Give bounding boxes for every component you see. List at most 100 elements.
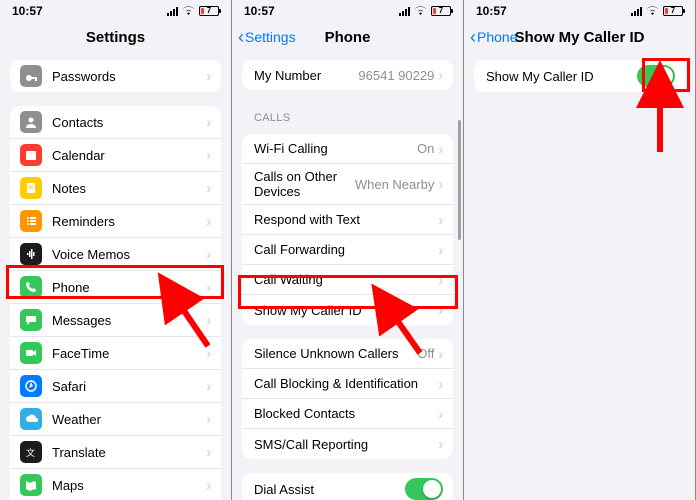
row-label: Voice Memos [52,247,206,262]
chevron-right-icon: › [206,411,211,427]
row-dialassist[interactable]: Dial Assist [242,473,453,500]
row-facetime[interactable]: FaceTime› [10,337,221,370]
row-label: Translate [52,445,206,460]
compass-icon [20,375,42,397]
phone-icon [20,276,42,298]
battery-icon: 7 [663,6,683,16]
chevron-right-icon: › [206,312,211,328]
signal-icon [631,7,642,16]
row-messages[interactable]: Messages› [10,304,221,337]
chevron-right-icon: › [206,477,211,493]
chevron-right-icon: › [438,242,443,258]
row-label: Silence Unknown Callers [254,346,417,361]
row-label: Safari [52,379,206,394]
chevron-left-icon: ‹ [238,28,244,46]
status-bar: 10:57 7 [464,0,695,20]
screen-settings: 10:57 7 Settings Passwords› Contacts›Cal… [0,0,232,500]
map-icon [20,474,42,496]
chevron-right-icon: › [206,213,211,229]
svg-text:文: 文 [26,447,35,458]
row-callerid[interactable]: Show My Caller ID› [242,295,453,325]
page-title: Phone [325,29,371,46]
row-passwords[interactable]: Passwords› [10,60,221,92]
row-label: Passwords [52,69,206,84]
cloud-icon [20,408,42,430]
wifi-icon [182,6,195,16]
row-value: On [417,141,434,156]
chevron-right-icon: › [438,272,443,288]
dialassist-group: Dial Assist [242,473,453,500]
chevron-right-icon: › [206,180,211,196]
callerid-toggle[interactable] [637,65,675,87]
row-label: Notes [52,181,206,196]
row-label: Reminders [52,214,206,229]
chevron-right-icon: › [206,378,211,394]
row-label: Weather [52,412,206,427]
back-button[interactable]: ‹Settings [238,28,296,46]
row-voicememos[interactable]: Voice Memos› [10,238,221,271]
scrollbar[interactable] [458,120,461,240]
row-blockid[interactable]: Call Blocking & Identification› [242,369,453,399]
wave-icon [20,243,42,265]
row-value: Off [417,346,434,361]
row-forward[interactable]: Call Forwarding› [242,235,453,265]
chevron-right-icon: › [438,212,443,228]
dialassist-toggle[interactable] [405,478,443,500]
chevron-left-icon: ‹ [470,28,476,46]
mynumber-group: My Number 96541 90229 › [242,60,453,90]
row-otherdev[interactable]: Calls on Other DevicesWhen Nearby› [242,164,453,205]
row-contacts[interactable]: Contacts› [10,106,221,139]
row-weather[interactable]: Weather› [10,403,221,436]
navbar: ‹Settings Phone [232,20,463,54]
row-notes[interactable]: Notes› [10,172,221,205]
chevron-right-icon: › [438,436,443,452]
screen-callerid: 10:57 7 ‹Phone Show My Caller ID Show My… [464,0,696,500]
row-maps[interactable]: Maps› [10,469,221,500]
row-silence[interactable]: Silence Unknown CallersOff› [242,339,453,369]
row-respond[interactable]: Respond with Text› [242,205,453,235]
wifi-icon [646,6,659,16]
row-wificall[interactable]: Wi-Fi CallingOn› [242,134,453,164]
row-label: Call Forwarding [254,242,438,257]
row-label: SMS/Call Reporting [254,437,438,452]
settings-group-2: Contacts›Calendar›Notes›Reminders›Voice … [10,106,221,500]
row-calendar[interactable]: Calendar› [10,139,221,172]
chevron-right-icon: › [206,147,211,163]
row-blocked[interactable]: Blocked Contacts› [242,399,453,429]
note-icon [20,177,42,199]
chevron-right-icon: › [206,246,211,262]
row-label: Show My Caller ID [254,303,438,318]
translate-icon: 文 [20,441,42,463]
row-label: Maps [52,478,206,493]
status-time: 10:57 [244,4,275,18]
row-safari[interactable]: Safari› [10,370,221,403]
row-showcallerid[interactable]: Show My Caller ID [474,60,685,92]
callerid-group: Show My Caller ID [474,60,685,92]
row-translate[interactable]: 文Translate› [10,436,221,469]
page-title: Show My Caller ID [514,29,644,46]
chevron-right-icon: › [438,302,443,318]
row-label: FaceTime [52,346,206,361]
status-time: 10:57 [12,4,43,18]
navbar: Settings [0,20,231,54]
list-icon [20,210,42,232]
chevron-right-icon: › [206,345,211,361]
status-bar: 10:57 7 [0,0,231,20]
row-mynumber[interactable]: My Number 96541 90229 › [242,60,453,90]
battery-icon: 7 [199,6,219,16]
calls-group: Wi-Fi CallingOn›Calls on Other DevicesWh… [242,134,453,325]
navbar: ‹Phone Show My Caller ID [464,20,695,54]
row-value: When Nearby [355,177,434,192]
row-label: Messages [52,313,206,328]
screen-phone-settings: 10:57 7 ‹Settings Phone My Number 96541 … [232,0,464,500]
wifi-icon [414,6,427,16]
row-reminders[interactable]: Reminders› [10,205,221,238]
signal-icon [399,7,410,16]
row-smsreport[interactable]: SMS/Call Reporting› [242,429,453,459]
row-label: Blocked Contacts [254,406,438,421]
row-phone[interactable]: Phone› [10,271,221,304]
video-icon [20,342,42,364]
back-button[interactable]: ‹Phone [470,28,517,46]
row-waiting[interactable]: Call Waiting› [242,265,453,295]
page-title: Settings [86,29,145,46]
